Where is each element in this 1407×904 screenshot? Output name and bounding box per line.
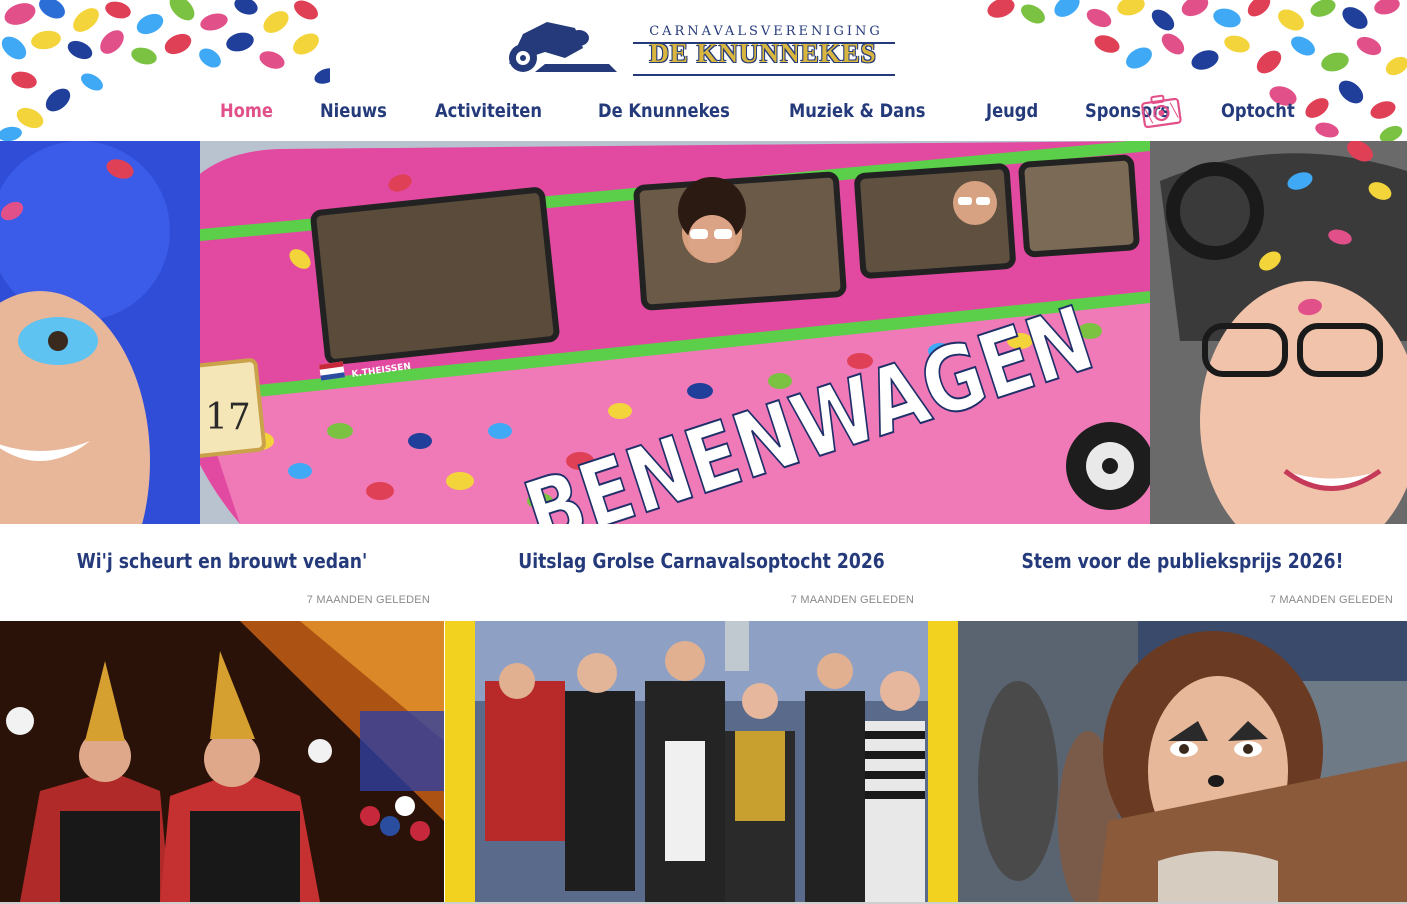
news-photo-2[interactable]: [445, 621, 958, 902]
group-photo: [475, 621, 928, 902]
nav-item-optocht[interactable]: Optocht: [1221, 100, 1295, 122]
news-card-date: 7 MAANDEN GELEDEN: [790, 594, 914, 606]
site-logo[interactable]: CARNAVALSVERENIGING DE KNUNNEKES: [505, 14, 900, 80]
news-card-title[interactable]: Uitslag Grolse Carnavalsoptocht 2026: [507, 549, 897, 573]
site-header: CARNAVALSVERENIGING DE KNUNNEKES Home Ni…: [0, 0, 1407, 141]
nav-item-jeugd[interactable]: Jeugd: [986, 100, 1038, 122]
nav-item-muziek-dans[interactable]: Muziek & Dans: [789, 100, 926, 122]
cannon-logo-icon: [509, 22, 617, 72]
nav-item-activiteiten[interactable]: Activiteiten: [435, 100, 542, 122]
face-paint-photo: [958, 621, 1407, 902]
hero-number-sign: 17: [205, 397, 251, 438]
stage-photo: [0, 621, 444, 902]
logo-subtitle: CARNAVALSVERENIGING: [649, 24, 883, 39]
nav-item-nieuws[interactable]: Nieuws: [320, 100, 387, 122]
camera-icon[interactable]: [1139, 92, 1183, 128]
news-card-title[interactable]: Stem voor de publieksprijs 2026!: [989, 549, 1375, 573]
logo-title: DE KNUNNEKES: [649, 38, 877, 68]
news-card-date: 7 MAANDEN GELEDEN: [1269, 594, 1393, 606]
news-photo-1[interactable]: [0, 621, 444, 902]
news-card-title[interactable]: Wi'j scheurt en brouwt vedan': [31, 549, 413, 573]
nav-item-home[interactable]: Home: [220, 100, 273, 122]
news-card-date: 7 MAANDEN GELEDEN: [306, 594, 430, 606]
nav-item-de-knunnekes[interactable]: De Knunnekes: [598, 100, 730, 122]
news-card-3[interactable]: Stem voor de publieksprijs 2026! 7 MAAND…: [958, 525, 1407, 621]
news-card-2[interactable]: Uitslag Grolse Carnavalsoptocht 2026 7 M…: [475, 525, 928, 621]
hero-banner[interactable]: BENENWAGEN K.THEISSEN 17: [0, 141, 1407, 524]
news-photo-3[interactable]: [958, 621, 1407, 902]
news-card-1[interactable]: Wi'j scheurt en brouwt vedan' 7 MAANDEN …: [0, 525, 444, 621]
logo-rule-bottom: [633, 74, 895, 76]
hero-image: BENENWAGEN K.THEISSEN 17: [0, 141, 1407, 524]
